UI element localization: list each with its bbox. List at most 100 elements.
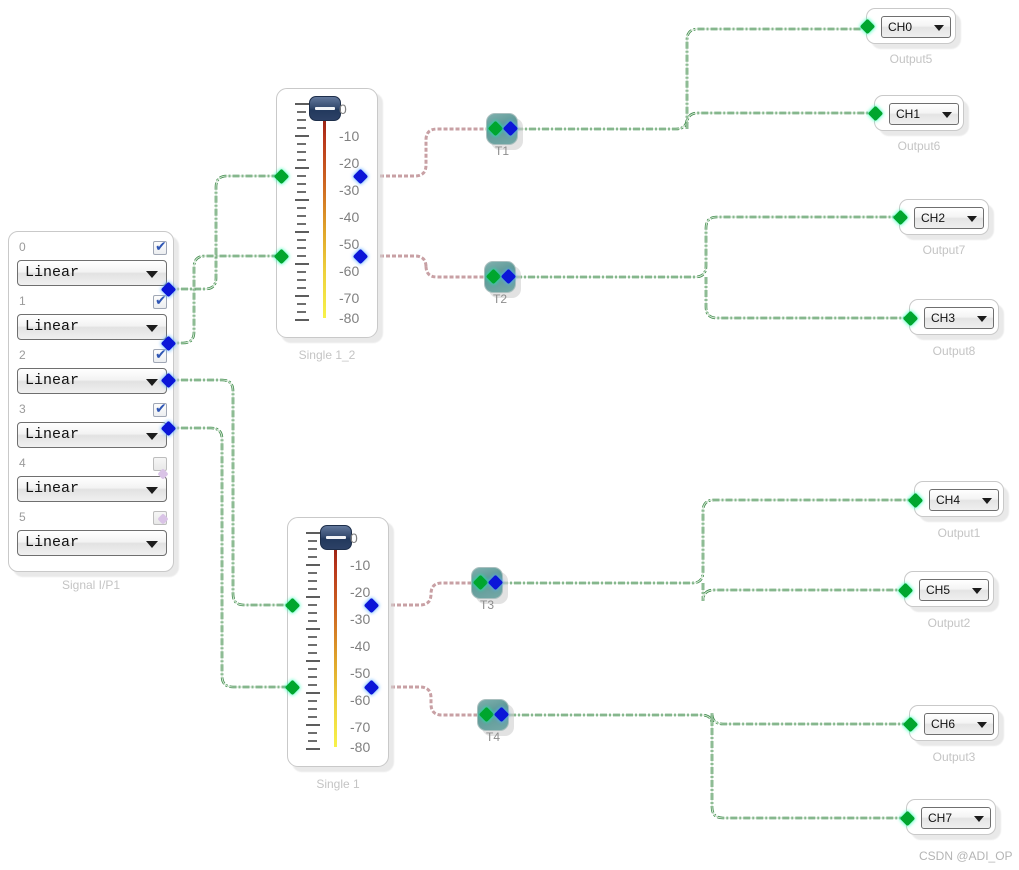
meter1-bar: [323, 113, 326, 318]
output-node-ch5[interactable]: CH5: [904, 571, 994, 607]
signal-row-0[interactable]: 0 ✔: [17, 240, 167, 257]
output-combo-ch1[interactable]: CH1: [889, 103, 959, 125]
wire-t3-to-ch4: [501, 498, 910, 585]
signal-input-panel[interactable]: 0 ✔ Linear 1 ✔ Linear 2 ✔ Linear 3 ✔ Lin…: [8, 231, 174, 572]
wire-highlight: [705, 277, 905, 319]
wire-sig2-to-meter2-in1: [168, 378, 292, 607]
signal-row-index: 0: [19, 240, 26, 254]
meter2-scale-6: -60: [350, 692, 371, 708]
output-node-ch0[interactable]: CH0: [866, 8, 956, 44]
meter1-thumb[interactable]: [309, 96, 341, 121]
meter2-scale-2: -20: [350, 584, 371, 600]
output-combo-ch0[interactable]: CH0: [881, 16, 951, 38]
output-node-ch7[interactable]: CH7: [906, 799, 996, 835]
meter2-scale-4: -40: [350, 638, 371, 654]
output-caption-8: Output8: [932, 344, 976, 358]
output-channel-label: CH5: [926, 583, 951, 597]
output-caption-3: Output3: [932, 750, 976, 764]
wire-highlight: [168, 379, 292, 606]
chevron-down-icon[interactable]: [942, 112, 952, 118]
output-caption-2: Output2: [927, 616, 971, 630]
signal-row-3[interactable]: 3 ✔: [17, 402, 167, 419]
meter1-scale-7: -70: [339, 290, 360, 306]
signal-row-checkbox[interactable]: ✔: [153, 294, 167, 309]
check-icon: ✔: [155, 401, 167, 417]
wire-highlight: [702, 583, 900, 602]
check-icon: ✔: [155, 239, 167, 255]
wire-sig1-to-meter1-in2: [168, 254, 281, 345]
output-channel-label: CH3: [931, 311, 956, 325]
chevron-down-icon[interactable]: [967, 216, 977, 222]
wire-highlight: [168, 175, 281, 290]
signal-row-checkbox[interactable]: ✔: [153, 348, 167, 363]
wire-t3-to-ch5: [701, 583, 900, 602]
output-channel-label: CH6: [931, 717, 956, 731]
wire-t1-to-ch0: [516, 27, 862, 131]
output-node-ch6[interactable]: CH6: [909, 705, 999, 741]
output-combo-ch5[interactable]: CH5: [919, 579, 989, 601]
meter2-thumb[interactable]: [320, 525, 352, 550]
output-combo-ch2[interactable]: CH2: [914, 207, 984, 229]
chevron-down-icon[interactable]: [977, 722, 987, 728]
signal-row-combo-2[interactable]: Linear: [17, 368, 167, 394]
chevron-down-icon[interactable]: [972, 588, 982, 594]
meter1-ticks: [295, 103, 309, 321]
signal-row-combo-4[interactable]: Linear: [17, 476, 167, 502]
meter-single-1-2[interactable]: 0 -10 -20 -30 -40 -50 -60 -70 -80: [276, 88, 378, 338]
output-caption-5: Output5: [889, 52, 933, 66]
output-combo-ch4[interactable]: CH4: [929, 489, 999, 511]
signal-row-1[interactable]: 1 ✔: [17, 294, 167, 311]
chevron-down-icon[interactable]: [934, 25, 944, 31]
signal-row-5[interactable]: 5: [17, 510, 167, 527]
meter1-scale-6: -60: [339, 263, 360, 279]
signal-row-index: 2: [19, 348, 26, 362]
signal-row-combo-3[interactable]: Linear: [17, 422, 167, 448]
combo-value: Linear: [25, 318, 80, 335]
meter2-caption: Single 1: [316, 777, 360, 791]
signal-row-checkbox[interactable]: ✔: [153, 239, 167, 255]
meter2-bar: [334, 542, 337, 747]
meter1-scale-8: -80: [339, 310, 360, 326]
output-caption-7: Output7: [922, 243, 966, 257]
meter-thumb-grip: [315, 107, 335, 110]
meter2-ticks: [306, 532, 320, 750]
chevron-down-icon[interactable]: [977, 316, 987, 322]
chevron-down-icon[interactable]: [146, 379, 158, 386]
output-channel-label: CH1: [896, 107, 921, 121]
meter-single-1[interactable]: 0 -10 -20 -30 -40 -50 -60 -70 -80: [287, 517, 389, 767]
output-combo-ch6[interactable]: CH6: [924, 713, 994, 735]
chevron-down-icon[interactable]: [146, 487, 158, 494]
wire-t1-to-ch1: [685, 111, 870, 129]
signal-row-2[interactable]: 2 ✔: [17, 348, 167, 365]
signal-row-combo-1[interactable]: Linear: [17, 314, 167, 340]
output-channel-label: CH0: [888, 20, 913, 34]
chevron-down-icon[interactable]: [146, 433, 158, 440]
wire-highlight: [711, 715, 902, 819]
chevron-down-icon[interactable]: [146, 325, 158, 332]
chevron-down-icon[interactable]: [982, 498, 992, 504]
output-node-ch4[interactable]: CH4: [914, 481, 1004, 517]
signal-row-checkbox[interactable]: ✔: [153, 401, 167, 417]
t2-caption: T2: [492, 292, 507, 306]
output-combo-ch7[interactable]: CH7: [921, 807, 991, 829]
chevron-down-icon[interactable]: [974, 816, 984, 822]
combo-value: Linear: [25, 264, 80, 281]
meter2-scale-1: -10: [350, 557, 371, 573]
meter2-scale-8: -80: [350, 739, 371, 755]
signal-row-checkbox[interactable]: [153, 457, 167, 471]
t4-caption: T4: [485, 730, 500, 744]
chevron-down-icon[interactable]: [146, 271, 158, 278]
wire-t2-to-ch3: [704, 277, 905, 320]
signal-row-combo-0[interactable]: Linear: [17, 260, 167, 286]
output-node-ch1[interactable]: CH1: [874, 95, 964, 131]
wire-highlight: [168, 255, 281, 344]
wire-highlight: [686, 112, 870, 129]
wire-sig0-to-meter1-in1: [168, 174, 281, 291]
chevron-down-icon[interactable]: [146, 541, 158, 548]
output-combo-ch3[interactable]: CH3: [924, 307, 994, 329]
output-channel-label: CH4: [936, 493, 961, 507]
output-node-ch2[interactable]: CH2: [899, 199, 989, 235]
signal-row-4[interactable]: 4: [17, 456, 167, 473]
signal-row-combo-5[interactable]: Linear: [17, 530, 167, 556]
output-node-ch3[interactable]: CH3: [909, 299, 999, 335]
